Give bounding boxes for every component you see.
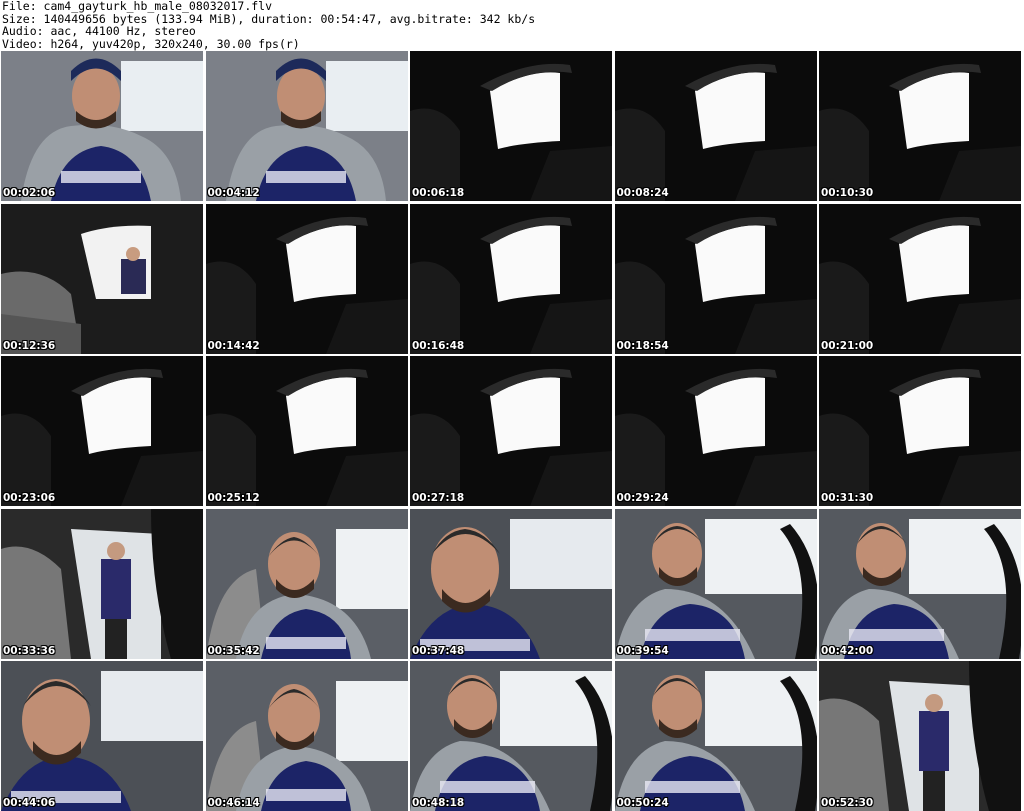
thumbnail-frame-image — [819, 203, 1021, 354]
thumbnail-frame-image — [205, 203, 408, 354]
thumbnail-timestamp: 00:31:30 — [821, 492, 874, 504]
thumbnail-frame-image — [1, 661, 203, 811]
video-thumbnail: 00:33:36 — [1, 508, 203, 659]
video-thumbnail: 00:16:48 — [410, 203, 612, 354]
video-thumbnail: 00:08:24 — [614, 51, 817, 201]
thumbnail-timestamp: 00:39:54 — [616, 644, 669, 657]
video-thumbnail: 00:23:06 — [1, 356, 203, 506]
thumbnail-timestamp: 00:16:48 — [412, 339, 465, 352]
file-line: File: cam4_gayturk_hb_male_08032017.flv — [2, 0, 273, 13]
thumbnail-frame-image — [614, 203, 817, 354]
video-thumbnail: 00:35:42 — [205, 508, 408, 659]
thumbnail-frame-image — [410, 508, 612, 659]
thumbnail-frame-image — [1, 51, 203, 201]
thumbnail-timestamp: 00:50:24 — [616, 797, 669, 809]
thumbnail-frame-image — [819, 51, 1021, 201]
video-thumbnail: 00:44:06 — [1, 661, 203, 811]
thumbnail-timestamp: 00:33:36 — [3, 644, 56, 657]
video-thumbnail: 00:12:36 — [1, 203, 203, 354]
video-thumbnail: 00:39:54 — [614, 508, 817, 659]
thumbnail-frame-image — [614, 661, 817, 811]
thumbnail-timestamp: 00:37:48 — [412, 644, 465, 657]
video-thumbnail: 00:25:12 — [205, 356, 408, 506]
thumbnail-frame-image — [1, 508, 203, 659]
thumbnail-timestamp: 00:12:36 — [3, 339, 56, 352]
video-thumbnail: 00:06:18 — [410, 51, 612, 201]
thumbnail-timestamp: 00:18:54 — [616, 339, 669, 352]
thumbnail-timestamp: 00:27:18 — [412, 492, 465, 504]
thumbnail-timestamp: 00:21:00 — [821, 339, 874, 352]
thumbnail-timestamp: 00:04:12 — [207, 187, 260, 199]
thumbnail-frame-image — [205, 508, 408, 659]
thumbnail-timestamp: 00:14:42 — [207, 339, 260, 352]
video-info-header: File: cam4_gayturk_hb_male_08032017.flv … — [2, 0, 535, 50]
thumbnail-frame-image — [819, 508, 1021, 659]
video-thumbnail: 00:02:06 — [1, 51, 203, 201]
thumbnail-timestamp: 00:48:18 — [412, 797, 465, 809]
thumbnail-timestamp: 00:10:30 — [821, 187, 874, 199]
thumbnail-timestamp: 00:35:42 — [207, 644, 260, 657]
video-thumbnail: 00:46:14 — [205, 661, 408, 811]
audio-line: Audio: aac, 44100 Hz, stereo — [2, 24, 196, 38]
video-thumbnail: 00:31:30 — [819, 356, 1021, 506]
thumbnail-frame-image — [410, 51, 612, 201]
thumbnail-timestamp: 00:08:24 — [616, 187, 669, 199]
video-thumbnail: 00:10:30 — [819, 51, 1021, 201]
thumbnail-timestamp: 00:46:14 — [207, 797, 260, 809]
thumbnail-grid: 00:02:06 00:04:12 00:06:18 00:08:24 00:10:30… — [1, 51, 1021, 811]
thumbnail-timestamp: 00:25:12 — [207, 492, 260, 504]
video-thumbnail: 00:37:48 — [410, 508, 612, 659]
thumbnail-timestamp: 00:42:00 — [821, 644, 874, 657]
thumbnail-frame-image — [410, 356, 612, 506]
thumbnail-frame-image — [205, 51, 408, 201]
thumbnail-frame-image — [410, 203, 612, 354]
video-thumbnail: 00:29:24 — [614, 356, 817, 506]
thumbnail-timestamp: 00:52:30 — [821, 797, 874, 809]
video-thumbnail: 00:48:18 — [410, 661, 612, 811]
thumbnail-frame-image — [819, 661, 1021, 811]
video-thumbnail: 00:50:24 — [614, 661, 817, 811]
video-thumbnail: 00:18:54 — [614, 203, 817, 354]
video-thumbnail: 00:52:30 — [819, 661, 1021, 811]
video-thumbnail: 00:21:00 — [819, 203, 1021, 354]
video-thumbnail: 00:27:18 — [410, 356, 612, 506]
thumbnail-timestamp: 00:06:18 — [412, 187, 465, 199]
thumbnail-frame-image — [614, 51, 817, 201]
thumbnail-frame-image — [205, 661, 408, 811]
thumbnail-frame-image — [614, 508, 817, 659]
thumbnail-frame-image — [819, 356, 1021, 506]
thumbnail-frame-image — [1, 203, 203, 354]
thumbnail-timestamp: 00:02:06 — [3, 187, 56, 199]
thumbnail-timestamp: 00:23:06 — [3, 492, 56, 504]
thumbnail-frame-image — [1, 356, 203, 506]
thumbnail-frame-image — [205, 356, 408, 506]
thumbnail-frame-image — [410, 661, 612, 811]
video-thumbnail: 00:42:00 — [819, 508, 1021, 659]
video-line: Video: h264, yuv420p, 320x240, 30.00 fps… — [2, 36, 300, 51]
video-thumbnail: 00:04:12 — [205, 51, 408, 201]
thumbnail-frame-image — [614, 356, 817, 506]
video-thumbnail: 00:14:42 — [205, 203, 408, 354]
thumbnail-timestamp: 00:29:24 — [616, 492, 669, 504]
thumbnail-timestamp: 00:44:06 — [3, 797, 56, 809]
